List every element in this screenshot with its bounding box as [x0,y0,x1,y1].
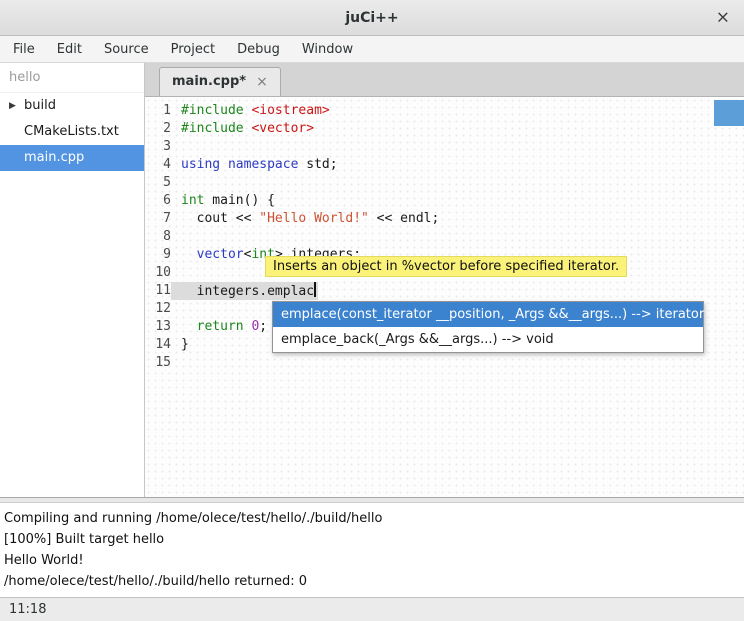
line-number: 10 [145,264,171,282]
tree-item-label: CMakeLists.txt [24,124,119,139]
menu-project[interactable]: Project [160,38,226,61]
line-number: 15 [145,354,171,372]
titlebar: juCi++ × [0,0,744,36]
scrollbar-thumb[interactable] [714,100,744,126]
line-number: 5 [145,174,171,192]
autocomplete-item[interactable]: emplace(const_iterator __position, _Args… [273,302,703,327]
line-number: 2 [145,120,171,138]
code-line[interactable]: 1#include <iostream> [145,102,744,120]
output-line: /home/olece/test/hello/./build/hello ret… [4,571,740,592]
code-text: cout << "Hello World!" << endl; [171,210,439,228]
output-line: Compiling and running /home/olece/test/h… [4,508,740,529]
line-number: 1 [145,102,171,120]
line-number: 4 [145,156,171,174]
code-line[interactable]: 5 [145,174,744,192]
tab-label: main.cpp* [172,74,246,89]
window-title: juCi++ [345,10,398,26]
code-text [171,264,181,282]
tree-item-main-cpp[interactable]: main.cpp [0,145,144,171]
project-filter-input[interactable]: hello [0,63,144,93]
output-line: Hello World! [4,550,740,571]
line-number: 8 [145,228,171,246]
code-line[interactable]: 11 integers.emplac [145,282,744,300]
code-text [171,174,181,192]
expander-triangle-icon[interactable]: ▶ [9,93,16,119]
code-text: #include <vector> [171,120,314,138]
text-caret [314,282,316,297]
menu-window[interactable]: Window [291,38,364,61]
code-line[interactable]: 15 [145,354,744,372]
code-text: return 0; [171,318,267,336]
menu-file[interactable]: File [2,38,46,61]
code-text [171,354,181,372]
code-text [171,300,181,318]
app-window: juCi++ × FileEditSourceProjectDebugWindo… [0,0,744,621]
menu-edit[interactable]: Edit [46,38,93,61]
tree-item-cmakelists-txt[interactable]: CMakeLists.txt [0,119,144,145]
line-number: 7 [145,210,171,228]
tab-main-cpp[interactable]: main.cpp* × [159,67,281,96]
output-panel: Compiling and running /home/olece/test/h… [0,503,744,597]
autocomplete-popup: emplace(const_iterator __position, _Args… [272,301,704,353]
file-tree: ▶ build CMakeLists.txt main.cpp [0,93,144,171]
code-line[interactable]: 6int main() { [145,192,744,210]
code-text: int main() { [171,192,275,210]
code-text [171,228,181,246]
line-number: 9 [145,246,171,264]
code-line[interactable]: 7 cout << "Hello World!" << endl; [145,210,744,228]
clock: 11:18 [9,602,46,617]
tree-item-label: main.cpp [24,150,84,165]
line-number: 11 [145,282,171,300]
code-text [171,138,181,156]
main-area: hello ▶ build CMakeLists.txt main.cpp main.… [0,63,744,497]
code-text: using namespace std; [171,156,338,174]
code-text: #include <iostream> [171,102,330,120]
file-tree-panel: hello ▶ build CMakeLists.txt main.cpp [0,63,145,497]
tab-bar: main.cpp* × [145,63,744,97]
line-number: 13 [145,318,171,336]
line-number: 3 [145,138,171,156]
menubar: FileEditSourceProjectDebugWindow [0,36,744,63]
line-number: 12 [145,300,171,318]
code-line[interactable]: 2#include <vector> [145,120,744,138]
editor-pane: main.cpp* × 1#include <iostream>2#includ… [145,63,744,497]
line-number: 6 [145,192,171,210]
code-text: integers.emplac [171,282,318,300]
tree-item-build[interactable]: ▶ build [0,93,144,119]
code-line[interactable]: 3 [145,138,744,156]
window-close-icon[interactable]: × [716,9,730,26]
menu-source[interactable]: Source [93,38,160,61]
status-bar: 11:18 [0,597,744,621]
code-line[interactable]: 8 [145,228,744,246]
autocomplete-item[interactable]: emplace_back(_Args &&__args...) --> void [273,327,703,352]
code-line[interactable]: 4using namespace std; [145,156,744,174]
output-line: [100%] Built target hello [4,529,740,550]
line-number: 14 [145,336,171,354]
code-text: } [171,336,189,354]
menu-debug[interactable]: Debug [226,38,291,61]
doc-tooltip: Inserts an object in %vector before spec… [265,256,627,277]
editor-content[interactable]: 1#include <iostream>2#include <vector>34… [145,97,744,497]
tab-close-icon[interactable]: × [256,75,268,89]
tree-item-label: build [24,98,56,113]
